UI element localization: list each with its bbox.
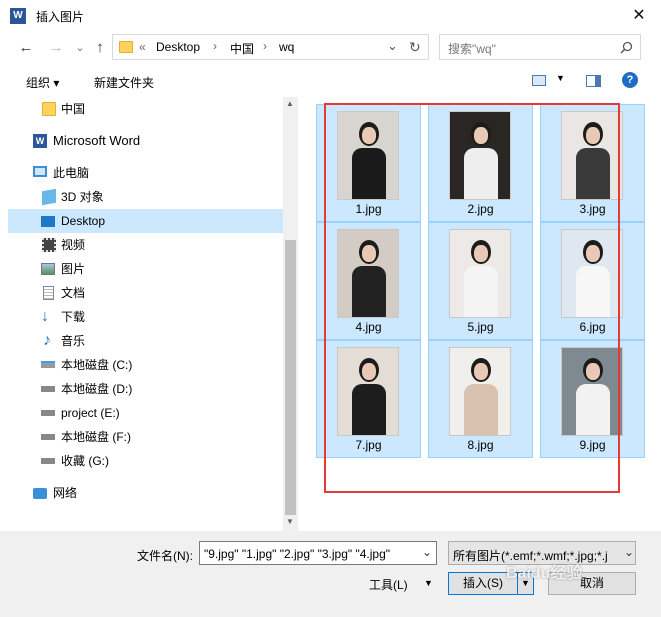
breadcrumb-overflow[interactable]: « (139, 40, 146, 54)
3d-objects-icon (42, 188, 56, 206)
up-button[interactable]: ↑ (90, 38, 110, 58)
scroll-up-arrow-icon[interactable]: ▲ (286, 99, 294, 108)
sidebar-item-label: 本地磁盘 (D:) (61, 382, 133, 396)
back-button[interactable]: ← (16, 38, 36, 58)
computer-icon (33, 166, 47, 177)
sidebar-item-label: 收藏 (G:) (61, 454, 109, 468)
drive-icon (41, 434, 55, 440)
filename-input[interactable]: "9.jpg" "1.jpg" "2.jpg" "3.jpg" "4.jpg" … (199, 541, 437, 565)
watermark: Baidu经验 (506, 565, 583, 582)
drive-icon (41, 361, 55, 368)
address-bar[interactable]: « Desktop › 中国 › wq ⌄ ↻ (112, 34, 429, 60)
preview-pane-icon[interactable] (586, 75, 601, 87)
breadcrumb-separator[interactable]: › (263, 39, 267, 53)
toolbar: 组织 ▾ 新建文件夹 ▼ ? (0, 66, 661, 96)
sidebar-item-label: 3D 对象 (61, 190, 104, 204)
sidebar-item-network[interactable]: 网络 (8, 481, 283, 505)
forward-button[interactable]: → (46, 38, 66, 58)
tools-menu[interactable]: 工具(L) (369, 576, 408, 593)
sidebar-item-label: project (E:) (61, 406, 120, 420)
sidebar-item-label: 下载 (61, 310, 86, 324)
desktop-icon (41, 216, 55, 227)
chevron-down-icon[interactable]: ⌄ (387, 38, 398, 54)
scroll-down-arrow-icon[interactable]: ▼ (286, 517, 294, 526)
breadcrumb-desktop[interactable]: Desktop (156, 40, 200, 54)
sidebar-item-music[interactable]: ♪ 音乐 (8, 329, 283, 353)
drive-icon (41, 410, 55, 416)
new-folder-button[interactable]: 新建文件夹 (94, 74, 154, 91)
folder-icon (42, 102, 56, 116)
chevron-down-icon[interactable]: ⌄ (422, 545, 432, 559)
close-button[interactable]: ✕ (624, 4, 654, 28)
pictures-icon (41, 263, 55, 275)
refresh-icon[interactable]: ↻ (409, 39, 421, 56)
download-icon: ↓ (41, 308, 49, 325)
word-logo-icon: W (10, 8, 26, 24)
help-icon[interactable]: ? (622, 72, 638, 88)
drive-icon (41, 386, 55, 392)
sidebar-item-label: 视频 (61, 238, 86, 252)
sidebar-item-label: 音乐 (61, 334, 86, 348)
title-bar: W 插入图片 ✕ (0, 0, 661, 32)
word-icon: W (33, 134, 47, 148)
sidebar-item-label: 本地磁盘 (C:) (61, 358, 133, 372)
search-input[interactable]: 搜索"wq" (439, 34, 641, 60)
filename-label: 文件名(N): (137, 549, 193, 563)
music-icon: ♪ (43, 332, 51, 349)
breadcrumb-separator[interactable]: › (213, 39, 217, 53)
sidebar-item-drive-e[interactable]: project (E:) (8, 401, 283, 425)
sidebar-item-zhongguo[interactable]: 中国 (8, 97, 283, 121)
sidebar-item-label: 中国 (61, 102, 86, 116)
window-title: 插入图片 (36, 10, 85, 24)
breadcrumb-zhongguo[interactable]: 中国 (230, 40, 254, 57)
drive-icon (41, 458, 55, 464)
chevron-down-icon[interactable]: ⌄ (624, 545, 634, 559)
sidebar-item-microsoft-word[interactable]: W Microsoft Word (8, 129, 283, 153)
sidebar-item-label: 网络 (53, 486, 78, 500)
sidebar-item-label: 图片 (61, 262, 86, 276)
network-icon (33, 488, 47, 499)
filename-value: "9.jpg" "1.jpg" "2.jpg" "3.jpg" "4.jpg" (204, 547, 391, 561)
folder-icon (119, 41, 133, 53)
organize-menu[interactable]: 组织 ▾ (26, 74, 59, 91)
sidebar-item-label: 本地磁盘 (F:) (61, 430, 131, 444)
breadcrumb-wq[interactable]: wq (279, 40, 294, 54)
sidebar-item-pictures[interactable]: 图片 (8, 257, 283, 281)
view-options-icon[interactable] (532, 75, 546, 86)
dialog-footer: 文件名(N): "9.jpg" "1.jpg" "2.jpg" "3.jpg" … (0, 531, 661, 617)
sidebar-item-drive-c[interactable]: 本地磁盘 (C:) (8, 353, 283, 377)
chevron-down-icon[interactable]: ▼ (424, 578, 433, 588)
sidebar-item-label: Microsoft Word (53, 133, 141, 148)
sidebar-item-drive-g[interactable]: 收藏 (G:) (8, 449, 283, 473)
sidebar-item-drive-f[interactable]: 本地磁盘 (F:) (8, 425, 283, 449)
sidebar-item-documents[interactable]: 文档 (8, 281, 283, 305)
sidebar-item-desktop[interactable]: Desktop (8, 209, 283, 233)
annotation-highlight-box (324, 103, 620, 493)
sidebar-item-3d-objects[interactable]: 3D 对象 (8, 185, 283, 209)
documents-icon (43, 286, 54, 300)
sidebar-item-label: 文档 (61, 286, 86, 300)
sidebar-item-label: Desktop (61, 214, 106, 228)
scrollbar-thumb[interactable] (285, 240, 296, 515)
sidebar-item-videos[interactable]: 视频 (8, 233, 283, 257)
sidebar-item-drive-d[interactable]: 本地磁盘 (D:) (8, 377, 283, 401)
chevron-down-icon[interactable]: ▼ (556, 73, 565, 83)
search-icon[interactable] (620, 41, 633, 54)
sidebar-item-label: 此电脑 (53, 166, 90, 180)
navigation-pane: 中国 W Microsoft Word 此电脑 3D 对象 Desktop 视频… (8, 97, 283, 531)
video-icon (42, 238, 56, 252)
search-placeholder: 搜索"wq" (448, 42, 496, 56)
sidebar-scrollbar[interactable]: ▲ ▼ (283, 97, 298, 531)
recent-locations-button[interactable]: ⌄ (70, 38, 90, 58)
sidebar-item-downloads[interactable]: ↓ 下载 (8, 305, 283, 329)
sidebar-item-this-pc[interactable]: 此电脑 (8, 161, 283, 185)
